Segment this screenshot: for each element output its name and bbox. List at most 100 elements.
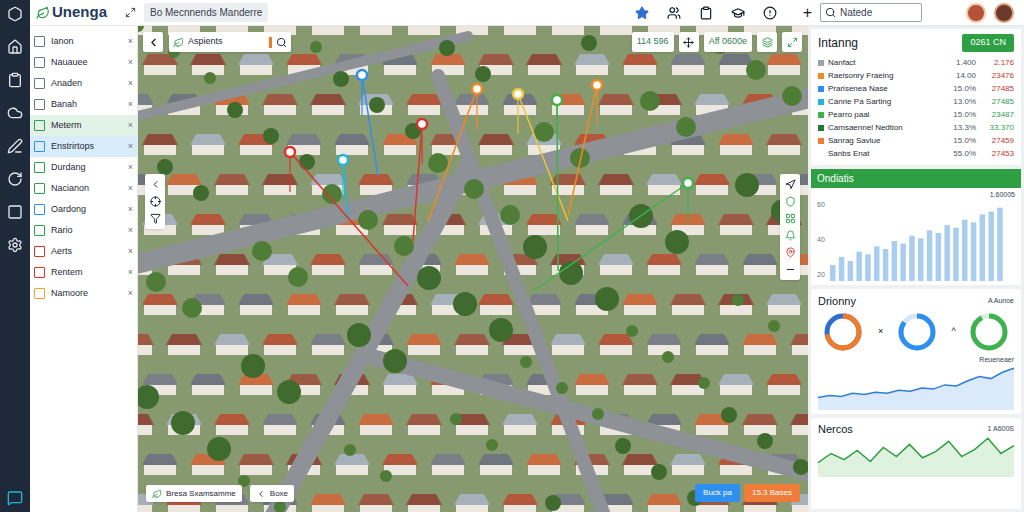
crosshair-icon[interactable] [150, 196, 161, 207]
tool-button[interactable] [782, 32, 802, 52]
bar[interactable] [944, 225, 950, 281]
summary-row[interactable]: Prarisenea Nase15.0%27485 [818, 82, 1014, 95]
map-pin[interactable] [428, 84, 482, 221]
summary-row[interactable]: Canrie Pa Sarting13.0%27485 [818, 95, 1014, 108]
add-button[interactable]: + [803, 5, 812, 21]
bar[interactable] [900, 243, 906, 280]
close-button[interactable]: × [128, 224, 133, 238]
summary-row[interactable]: Pearro paal15.0%23487 [818, 108, 1014, 121]
map-view[interactable]: Aspients114 596Aff 0600eBresa SxamsammeB… [138, 26, 808, 512]
avatar-icon[interactable] [994, 3, 1014, 23]
summary-row[interactable]: Raeisonry Fraeing14.0023476 [818, 69, 1014, 82]
sidebar-item[interactable]: Ianon× [30, 31, 137, 52]
bar[interactable] [865, 254, 871, 281]
map-pin[interactable] [552, 95, 562, 271]
sidebar-item[interactable]: Namoore× [30, 283, 137, 304]
bar[interactable] [988, 211, 994, 280]
close-button[interactable]: × [128, 77, 133, 91]
bell-icon[interactable] [785, 230, 796, 241]
cloud-icon[interactable] [7, 105, 23, 121]
close-button[interactable]: × [128, 203, 133, 217]
map-search[interactable]: Aspients [169, 32, 291, 52]
close-button[interactable]: × [128, 287, 133, 301]
filter-icon[interactable] [150, 213, 161, 224]
map-pin[interactable] [357, 70, 378, 176]
search-field[interactable]: Natede [820, 3, 922, 22]
bar[interactable] [953, 227, 959, 280]
bar[interactable] [847, 261, 853, 281]
summary-row[interactable]: Camsaennel Nedtion13.3%33.370 [818, 121, 1014, 134]
close-button[interactable]: × [128, 98, 133, 112]
refresh-icon[interactable] [7, 171, 23, 187]
summary-row[interactable]: Sanrag Saviue15.0%27459 [818, 134, 1014, 147]
stat-chip[interactable]: Aff 0600e [704, 32, 752, 52]
close-button[interactable]: × [128, 266, 133, 280]
navigate-icon[interactable] [785, 179, 796, 190]
sidebar-item[interactable]: Oardong× [30, 199, 137, 220]
grid-icon[interactable] [785, 213, 796, 224]
map-pin[interactable] [413, 119, 427, 241]
close-button[interactable]: × [128, 119, 133, 133]
bar[interactable] [891, 241, 897, 281]
expand-icon[interactable] [125, 7, 136, 18]
map-pin[interactable] [533, 178, 693, 291]
users-icon[interactable] [667, 6, 681, 20]
bar[interactable] [962, 219, 968, 280]
bar[interactable] [883, 249, 889, 281]
app-tab[interactable]: Bo Mecnnends Manderre [144, 3, 268, 22]
bar[interactable] [997, 207, 1003, 280]
sidebar-item[interactable]: Anaden× [30, 73, 137, 94]
pin-icon[interactable] [785, 247, 796, 258]
donut-chart[interactable] [822, 311, 864, 353]
bar[interactable] [830, 265, 836, 281]
sidebar-item[interactable]: Meterm× [30, 115, 137, 136]
sidebar-item[interactable]: Aerts× [30, 241, 137, 262]
summary-button[interactable]: 0261 CN [962, 34, 1014, 52]
settings-icon[interactable] [7, 237, 23, 253]
collapse-icon[interactable] [150, 179, 161, 190]
summary-row[interactable]: Sanbs Enat55.0%27453 [818, 147, 1014, 160]
close-button[interactable]: × [128, 56, 133, 70]
close-button[interactable]: × [128, 35, 133, 49]
sidebar-item[interactable]: Enstrirtops× [30, 136, 137, 157]
close-button[interactable]: × [128, 140, 133, 154]
hexagon-icon[interactable] [7, 6, 23, 22]
map-badge[interactable]: 15.3 Bases [744, 484, 800, 502]
map-button[interactable]: Bresa Sxamsamme [146, 485, 242, 502]
home-icon[interactable] [7, 39, 23, 55]
bar[interactable] [935, 233, 941, 281]
sidebar-item[interactable]: Durdang× [30, 157, 137, 178]
line-series[interactable] [818, 368, 1014, 397]
back-button[interactable] [143, 32, 163, 52]
bar[interactable] [927, 230, 933, 281]
sidebar-item[interactable]: Rario× [30, 220, 137, 241]
map-pin[interactable] [568, 80, 602, 216]
logo[interactable]: Unenga [36, 1, 107, 24]
bar[interactable] [839, 257, 845, 281]
map-button[interactable]: Boxe [250, 485, 294, 502]
tool-button[interactable] [679, 32, 699, 52]
bar[interactable] [918, 238, 924, 281]
map-canvas[interactable] [138, 26, 808, 512]
sidebar-item[interactable]: Rentem× [30, 262, 137, 283]
map-badge[interactable]: Buck pa [695, 484, 740, 502]
close-button[interactable]: × [128, 161, 133, 175]
chat-icon[interactable] [7, 490, 23, 506]
sidebar-item[interactable]: Banah× [30, 94, 137, 115]
star-icon[interactable] [635, 6, 649, 20]
map-pin[interactable] [338, 155, 348, 216]
shield-icon[interactable] [785, 196, 796, 207]
trend-series[interactable] [818, 438, 1014, 463]
pen-icon[interactable] [7, 138, 23, 154]
square-icon[interactable] [7, 204, 23, 220]
bar[interactable] [874, 246, 880, 281]
summary-row[interactable]: Nanfact1.4002.176 [818, 56, 1014, 69]
avatar-icon[interactable] [966, 3, 986, 23]
map-pin[interactable] [285, 147, 408, 286]
bar[interactable] [971, 222, 977, 281]
sidebar-item[interactable]: Nacianon× [30, 178, 137, 199]
bar[interactable] [856, 251, 862, 280]
donut-chart[interactable] [896, 311, 938, 353]
cap-icon[interactable] [731, 6, 745, 20]
clipboard-icon[interactable] [699, 6, 713, 20]
